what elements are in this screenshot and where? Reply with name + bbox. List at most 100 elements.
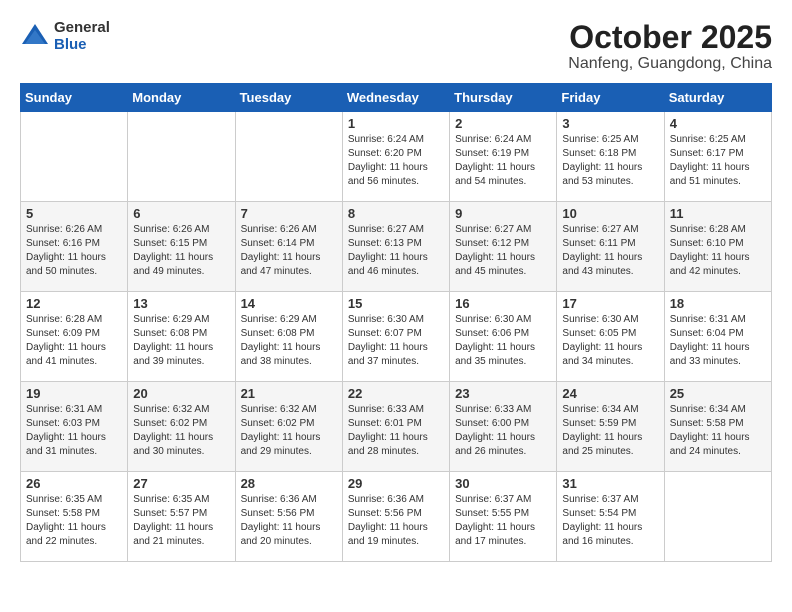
- empty-cell: [235, 112, 342, 202]
- day-cell-31: 31 Sunrise: 6:37 AM Sunset: 5:54 PM Dayli…: [557, 472, 664, 562]
- day-info-31: Sunrise: 6:37 AM Sunset: 5:54 PM Dayligh…: [562, 493, 658, 549]
- day-number-18: 18: [670, 296, 766, 311]
- day-info-7: Sunrise: 6:26 AM Sunset: 6:14 PM Dayligh…: [241, 223, 337, 279]
- day-info-6: Sunrise: 6:26 AM Sunset: 6:15 PM Dayligh…: [133, 223, 229, 279]
- calendar-table: SundayMondayTuesdayWednesdayThursdayFrid…: [20, 83, 772, 562]
- day-number-21: 21: [241, 386, 337, 401]
- day-cell-19: 19 Sunrise: 6:31 AM Sunset: 6:03 PM Dayli…: [21, 382, 128, 472]
- day-cell-24: 24 Sunrise: 6:34 AM Sunset: 5:59 PM Dayli…: [557, 382, 664, 472]
- day-info-25: Sunrise: 6:34 AM Sunset: 5:58 PM Dayligh…: [670, 403, 766, 459]
- day-cell-28: 28Sunrise: 6:36 AM Sunset: 5:56 PM Dayli…: [235, 472, 342, 562]
- day-info-21: Sunrise: 6:32 AM Sunset: 6:02 PM Dayligh…: [241, 403, 337, 459]
- day-number-27: 27: [133, 476, 229, 491]
- day-cell-5: 5Sunrise: 6:26 AM Sunset: 6:16 PM Daylig…: [21, 202, 128, 292]
- day-cell-22: 22Sunrise: 6:33 AM Sunset: 6:01 PM Dayli…: [342, 382, 449, 472]
- day-cell-6: 6Sunrise: 6:26 AM Sunset: 6:15 PM Daylig…: [128, 202, 235, 292]
- day-info-5: Sunrise: 6:26 AM Sunset: 6:16 PM Dayligh…: [26, 223, 122, 279]
- day-number-4: 4: [670, 116, 766, 131]
- day-number-9: 9: [455, 206, 551, 221]
- day-number-22: 22: [348, 386, 444, 401]
- day-number-15: 15: [348, 296, 444, 311]
- day-info-3: Sunrise: 6:25 AM Sunset: 6:18 PM Dayligh…: [562, 133, 658, 189]
- day-info-9: Sunrise: 6:27 AM Sunset: 6:12 PM Dayligh…: [455, 223, 551, 279]
- day-cell-25: 25 Sunrise: 6:34 AM Sunset: 5:58 PM Dayli…: [664, 382, 771, 472]
- logo-general-text: General: [54, 20, 110, 37]
- day-number-30: 30: [455, 476, 551, 491]
- day-number-7: 7: [241, 206, 337, 221]
- calendar-body: 1Sunrise: 6:24 AM Sunset: 6:20 PM Daylig…: [21, 112, 772, 562]
- day-number-23: 23: [455, 386, 551, 401]
- day-info-30: Sunrise: 6:37 AM Sunset: 5:55 PM Dayligh…: [455, 493, 551, 549]
- week-row-2: 5Sunrise: 6:26 AM Sunset: 6:16 PM Daylig…: [21, 202, 772, 292]
- empty-cell: [128, 112, 235, 202]
- day-cell-2: 2 Sunrise: 6:24 AM Sunset: 6:19 PM Daylig…: [450, 112, 557, 202]
- day-info-23: Sunrise: 6:33 AM Sunset: 6:00 PM Dayligh…: [455, 403, 551, 459]
- day-cell-14: 14Sunrise: 6:29 AM Sunset: 6:08 PM Dayli…: [235, 292, 342, 382]
- day-number-19: 19: [26, 386, 122, 401]
- day-number-13: 13: [133, 296, 229, 311]
- logo-blue-text: Blue: [54, 37, 110, 54]
- day-cell-26: 26 Sunrise: 6:35 AM Sunset: 5:58 PM Dayli…: [21, 472, 128, 562]
- day-info-1: Sunrise: 6:24 AM Sunset: 6:20 PM Dayligh…: [348, 133, 444, 189]
- header: General Blue October 2025 Nanfeng, Guang…: [20, 20, 772, 73]
- day-cell-15: 15 Sunrise: 6:30 AM Sunset: 6:07 PM Dayli…: [342, 292, 449, 382]
- day-number-14: 14: [241, 296, 337, 311]
- week-row-5: 26 Sunrise: 6:35 AM Sunset: 5:58 PM Dayli…: [21, 472, 772, 562]
- logo-text: General Blue: [54, 20, 110, 53]
- day-cell-17: 17Sunrise: 6:30 AM Sunset: 6:05 PM Dayli…: [557, 292, 664, 382]
- day-number-20: 20: [133, 386, 229, 401]
- day-info-8: Sunrise: 6:27 AM Sunset: 6:13 PM Dayligh…: [348, 223, 444, 279]
- day-cell-16: 16Sunrise: 6:30 AM Sunset: 6:06 PM Dayli…: [450, 292, 557, 382]
- day-number-12: 12: [26, 296, 122, 311]
- day-info-16: Sunrise: 6:30 AM Sunset: 6:06 PM Dayligh…: [455, 313, 551, 369]
- day-info-11: Sunrise: 6:28 AM Sunset: 6:10 PM Dayligh…: [670, 223, 766, 279]
- day-info-26: Sunrise: 6:35 AM Sunset: 5:58 PM Dayligh…: [26, 493, 122, 549]
- day-number-3: 3: [562, 116, 658, 131]
- week-row-1: 1Sunrise: 6:24 AM Sunset: 6:20 PM Daylig…: [21, 112, 772, 202]
- day-cell-9: 9 Sunrise: 6:27 AM Sunset: 6:12 PM Daylig…: [450, 202, 557, 292]
- header-cell-friday: Friday: [557, 84, 664, 112]
- day-number-17: 17: [562, 296, 658, 311]
- day-number-10: 10: [562, 206, 658, 221]
- day-info-27: Sunrise: 6:35 AM Sunset: 5:57 PM Dayligh…: [133, 493, 229, 549]
- day-cell-7: 7 Sunrise: 6:26 AM Sunset: 6:14 PM Daylig…: [235, 202, 342, 292]
- day-info-19: Sunrise: 6:31 AM Sunset: 6:03 PM Dayligh…: [26, 403, 122, 459]
- day-cell-11: 11 Sunrise: 6:28 AM Sunset: 6:10 PM Dayli…: [664, 202, 771, 292]
- day-number-26: 26: [26, 476, 122, 491]
- day-info-15: Sunrise: 6:30 AM Sunset: 6:07 PM Dayligh…: [348, 313, 444, 369]
- day-info-29: Sunrise: 6:36 AM Sunset: 5:56 PM Dayligh…: [348, 493, 444, 549]
- day-cell-4: 4 Sunrise: 6:25 AM Sunset: 6:17 PM Daylig…: [664, 112, 771, 202]
- day-cell-29: 29 Sunrise: 6:36 AM Sunset: 5:56 PM Dayli…: [342, 472, 449, 562]
- day-number-31: 31: [562, 476, 658, 491]
- day-cell-12: 12 Sunrise: 6:28 AM Sunset: 6:09 PM Dayli…: [21, 292, 128, 382]
- title-area: October 2025 Nanfeng, Guangdong, China: [568, 20, 772, 73]
- day-info-10: Sunrise: 6:27 AM Sunset: 6:11 PM Dayligh…: [562, 223, 658, 279]
- empty-cell: [21, 112, 128, 202]
- header-row: SundayMondayTuesdayWednesdayThursdayFrid…: [21, 84, 772, 112]
- day-info-24: Sunrise: 6:34 AM Sunset: 5:59 PM Dayligh…: [562, 403, 658, 459]
- logo: General Blue: [20, 20, 110, 53]
- day-info-28: Sunrise: 6:36 AM Sunset: 5:56 PM Dayligh…: [241, 493, 337, 549]
- day-info-20: Sunrise: 6:32 AM Sunset: 6:02 PM Dayligh…: [133, 403, 229, 459]
- day-cell-30: 30 Sunrise: 6:37 AM Sunset: 5:55 PM Dayli…: [450, 472, 557, 562]
- calendar-header: SundayMondayTuesdayWednesdayThursdayFrid…: [21, 84, 772, 112]
- day-cell-13: 13Sunrise: 6:29 AM Sunset: 6:08 PM Dayli…: [128, 292, 235, 382]
- day-cell-27: 27 Sunrise: 6:35 AM Sunset: 5:57 PM Dayli…: [128, 472, 235, 562]
- day-number-8: 8: [348, 206, 444, 221]
- day-cell-1: 1Sunrise: 6:24 AM Sunset: 6:20 PM Daylig…: [342, 112, 449, 202]
- month-year-title: October 2025: [568, 20, 772, 55]
- day-number-25: 25: [670, 386, 766, 401]
- day-info-12: Sunrise: 6:28 AM Sunset: 6:09 PM Dayligh…: [26, 313, 122, 369]
- header-cell-thursday: Thursday: [450, 84, 557, 112]
- day-number-11: 11: [670, 206, 766, 221]
- header-cell-sunday: Sunday: [21, 84, 128, 112]
- week-row-4: 19 Sunrise: 6:31 AM Sunset: 6:03 PM Dayli…: [21, 382, 772, 472]
- day-number-29: 29: [348, 476, 444, 491]
- day-cell-20: 20 Sunrise: 6:32 AM Sunset: 6:02 PM Dayli…: [128, 382, 235, 472]
- day-info-4: Sunrise: 6:25 AM Sunset: 6:17 PM Dayligh…: [670, 133, 766, 189]
- day-cell-8: 8 Sunrise: 6:27 AM Sunset: 6:13 PM Daylig…: [342, 202, 449, 292]
- day-number-2: 2: [455, 116, 551, 131]
- day-number-24: 24: [562, 386, 658, 401]
- day-info-2: Sunrise: 6:24 AM Sunset: 6:19 PM Dayligh…: [455, 133, 551, 189]
- location-title: Nanfeng, Guangdong, China: [568, 55, 772, 73]
